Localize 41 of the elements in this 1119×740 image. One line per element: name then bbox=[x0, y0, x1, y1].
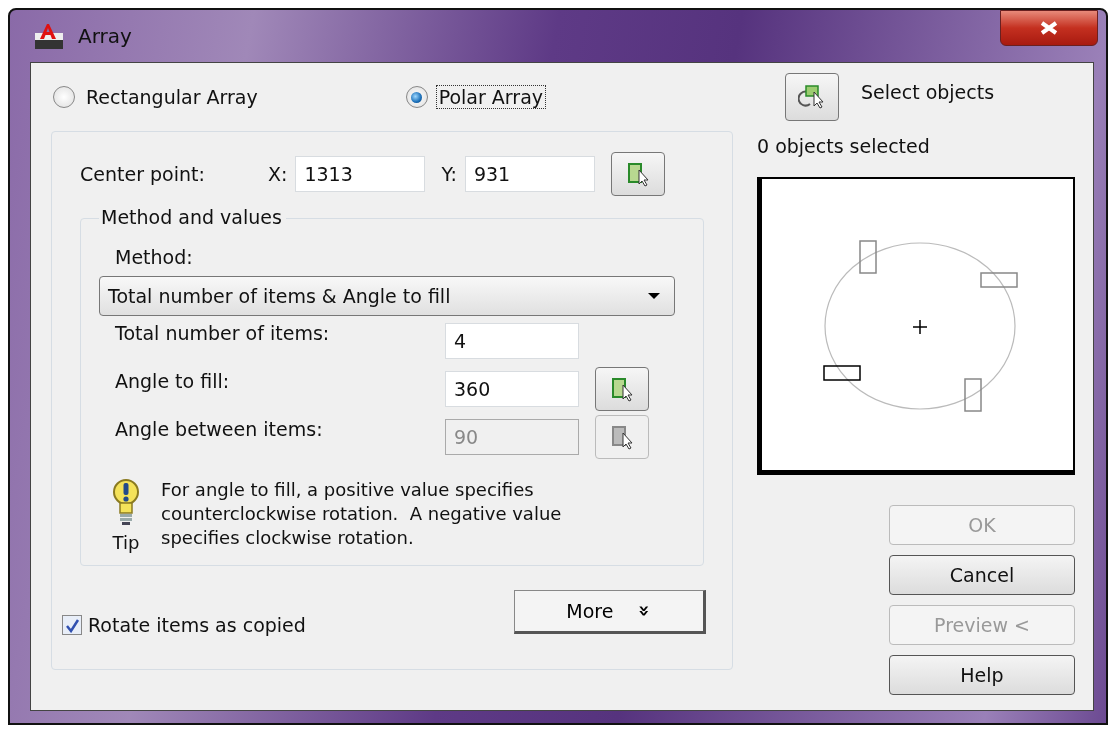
app-icon bbox=[34, 22, 64, 50]
dropdown-arrow-icon bbox=[648, 293, 660, 299]
cursor-rectangle-icon bbox=[611, 376, 633, 402]
check-icon bbox=[64, 617, 80, 633]
dialog-button: Preview < bbox=[889, 605, 1075, 645]
input-field[interactable]: 1313 bbox=[295, 156, 426, 192]
window-title: Array bbox=[78, 24, 132, 48]
field-label: Method: bbox=[115, 246, 194, 268]
dialog-button[interactable]: Help bbox=[889, 655, 1075, 695]
pick-point-button[interactable] bbox=[610, 152, 665, 196]
field-label: Angle between items: bbox=[115, 417, 324, 440]
field-label: Total number of items: bbox=[115, 321, 331, 344]
field-label: Y: bbox=[441, 163, 457, 185]
pick-point-button[interactable] bbox=[595, 367, 649, 411]
input-field: 90 bbox=[445, 419, 579, 455]
lightbulb-icon bbox=[111, 478, 141, 526]
cursor-rectangle-icon bbox=[611, 424, 633, 450]
close-icon bbox=[1039, 20, 1059, 36]
select-cursor-icon bbox=[798, 84, 826, 110]
field-label: Center point: bbox=[80, 163, 206, 185]
radio-label[interactable]: Polar Array bbox=[435, 85, 547, 109]
selection-status: 0 objects selected bbox=[757, 135, 931, 157]
close-button[interactable] bbox=[1000, 10, 1098, 46]
method-dropdown[interactable]: Total number of items & Angle to fill bbox=[99, 276, 675, 316]
radio-circle[interactable] bbox=[53, 86, 75, 108]
select-objects-label: Select objects bbox=[861, 81, 995, 103]
dialog-button: OK bbox=[889, 505, 1075, 545]
input-field[interactable]: 360 bbox=[445, 371, 579, 407]
tip-text: For angle to fill, a positive value specifies counterclockwise rotation. A negative value specifies clockwise rotation. bbox=[161, 478, 563, 550]
select-objects-button[interactable] bbox=[785, 73, 839, 121]
tip-label: Tip bbox=[112, 532, 140, 553]
field-label: X: bbox=[268, 163, 288, 185]
radio-circle[interactable] bbox=[405, 86, 428, 108]
cursor-rectangle-icon bbox=[626, 161, 649, 187]
checkbox[interactable] bbox=[62, 615, 82, 635]
radio-option[interactable]: Polar Array bbox=[405, 85, 547, 109]
dialog-button[interactable]: Cancel bbox=[889, 555, 1075, 595]
more-button[interactable]: More » bbox=[514, 590, 706, 634]
input-field[interactable]: 4 bbox=[445, 323, 579, 359]
field-label: Angle to fill: bbox=[115, 369, 231, 392]
input-field[interactable]: 931 bbox=[464, 156, 595, 192]
